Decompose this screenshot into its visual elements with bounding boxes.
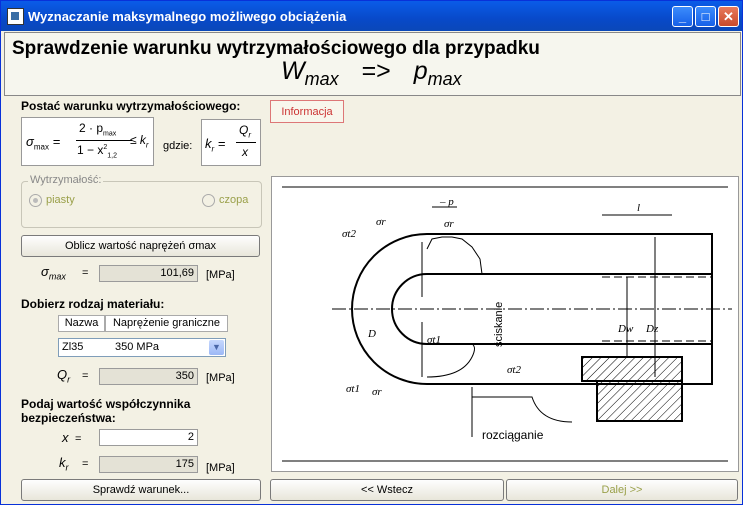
- stress-diagram-svg: – p l σr σt2 σr D σt1 σt2 σt1 σr Dw Dz ś…: [272, 177, 738, 471]
- compute-button[interactable]: Oblicz wartość naprężeń σmax: [21, 235, 260, 257]
- header-arrow: =>: [361, 57, 391, 85]
- diagram-sigma-r-bottom: σr: [372, 386, 382, 398]
- qr-eq: =: [82, 370, 89, 382]
- header-w: W: [281, 57, 305, 85]
- kr-lhs-sub: r: [211, 144, 215, 154]
- diagram-sciskanie: ściskanie: [493, 302, 505, 347]
- x-input[interactable]: 2: [99, 429, 198, 446]
- diagram-rozciaganie: rozciąganie: [482, 428, 544, 442]
- kr-field: 175: [99, 456, 198, 473]
- sigma-symbol: σ: [41, 264, 49, 279]
- gdzie-label: gdzie:: [163, 140, 193, 152]
- sigma-max-field: 101,69: [99, 265, 198, 282]
- qr-letter: Q: [57, 367, 68, 382]
- app-icon: [7, 8, 24, 25]
- kr-numerator: Q: [239, 123, 249, 137]
- diagram-D: D: [367, 328, 376, 340]
- formula-denominator: 1 − x: [77, 143, 104, 157]
- material-label: Dobierz rodzaj materiału:: [21, 297, 165, 311]
- material-col-stress: Naprężenie graniczne: [105, 315, 228, 332]
- qr-field: 350: [99, 368, 198, 385]
- kr-symbol: kr: [59, 455, 69, 473]
- formula-numerator: 2 · p: [79, 121, 104, 135]
- header-panel: Sprawdzenie warunku wytrzymałościowego d…: [4, 32, 741, 96]
- kr-sub: r: [65, 462, 69, 473]
- safety-label-1: Podaj wartość współczynnika: [21, 397, 191, 411]
- x-symbol: x: [62, 430, 69, 445]
- header-formula: Wmax => pmax: [281, 57, 462, 90]
- maximize-icon: □: [701, 9, 710, 24]
- kr-unit: [MPa]: [206, 462, 235, 474]
- formula-rhs-sub: r: [145, 140, 149, 150]
- maximize-button[interactable]: □: [695, 6, 716, 27]
- diagram-sigma-t1-bottom: σt1: [346, 383, 360, 395]
- sigma-sub: max: [48, 271, 66, 282]
- condition-formula: σmax = 2 · pmax 1 − x21,2 ≤ kr: [21, 117, 154, 166]
- close-icon: ✕: [723, 9, 734, 24]
- minimize-button[interactable]: _: [672, 6, 693, 27]
- safety-label-2: bezpieczeństwa:: [21, 411, 116, 425]
- material-select[interactable]: Zl35 350 MPa ▼: [58, 338, 226, 357]
- x-eq: =: [75, 433, 82, 445]
- diagram-Dw: Dw: [617, 323, 634, 335]
- title-bar: Wyznaczanie maksymalnego możliwego obcią…: [1, 1, 742, 31]
- diagram-Dz: Dz: [645, 323, 659, 335]
- formula-den-sup: 2: [103, 144, 108, 151]
- kr-eq: =: [82, 458, 89, 470]
- diagram-sigma-t2-mid: σt2: [507, 364, 521, 376]
- formula-sigma-sub: max: [33, 142, 49, 152]
- back-button[interactable]: << Wstecz: [270, 479, 504, 501]
- check-button[interactable]: Sprawdź warunek...: [21, 479, 261, 501]
- next-button[interactable]: Dalej >>: [506, 479, 738, 501]
- material-value: 350 MPa: [115, 341, 160, 353]
- minimize-icon: _: [678, 9, 687, 24]
- diagram-minus-p: – p: [439, 196, 454, 208]
- material-name: Zl35: [62, 341, 84, 353]
- stress-diagram: – p l σr σt2 σr D σt1 σt2 σt1 σr Dw Dz ś…: [271, 176, 739, 472]
- condition-label: Postać warunku wytrzymałościowego:: [21, 99, 241, 113]
- sigma-unit: [MPa]: [206, 269, 235, 281]
- formula-rhs: ≤ k: [130, 133, 146, 147]
- kr-formula: kr = Qr x: [201, 119, 261, 166]
- formula-numerator-sub: max: [103, 130, 117, 138]
- sigma-eq: =: [82, 267, 89, 279]
- qr-unit: [MPa]: [206, 372, 235, 384]
- qr-symbol: Qr: [57, 367, 70, 385]
- radio-piasty-label: piasty: [46, 194, 75, 206]
- header-max1: max: [304, 69, 339, 89]
- diagram-sigma-r-top: σr: [376, 216, 386, 228]
- radio-piasty[interactable]: [29, 194, 42, 207]
- material-col-name: Nazwa: [58, 315, 105, 332]
- radio-czopa-label: czopa: [219, 194, 249, 206]
- header-p: p: [413, 57, 428, 85]
- radio-czopa[interactable]: [202, 194, 215, 207]
- info-button[interactable]: Informacja: [270, 100, 344, 123]
- formula-sigma: σ: [26, 134, 34, 149]
- diagram-sigma-t1-mid: σt1: [427, 334, 441, 346]
- formula-den-sub: 1,2: [107, 152, 117, 160]
- kr-denominator: x: [242, 145, 248, 159]
- close-button[interactable]: ✕: [718, 6, 739, 27]
- diagram-l: l: [637, 202, 640, 214]
- qr-sub: r: [67, 374, 71, 385]
- header-max2: max: [427, 69, 462, 89]
- sigma-max-symbol: σmax: [41, 264, 66, 282]
- strength-label: Wytrzymałość:: [28, 174, 104, 186]
- diagram-sigma-r-right: σr: [444, 218, 454, 230]
- chevron-down-icon[interactable]: ▼: [209, 340, 224, 355]
- diagram-sigma-t2-top: σt2: [342, 228, 356, 240]
- window-title: Wyznaczanie maksymalnego możliwego obcią…: [28, 9, 347, 24]
- kr-numerator-sub: r: [248, 130, 252, 140]
- app-window: Wyznaczanie maksymalnego możliwego obcią…: [0, 0, 743, 505]
